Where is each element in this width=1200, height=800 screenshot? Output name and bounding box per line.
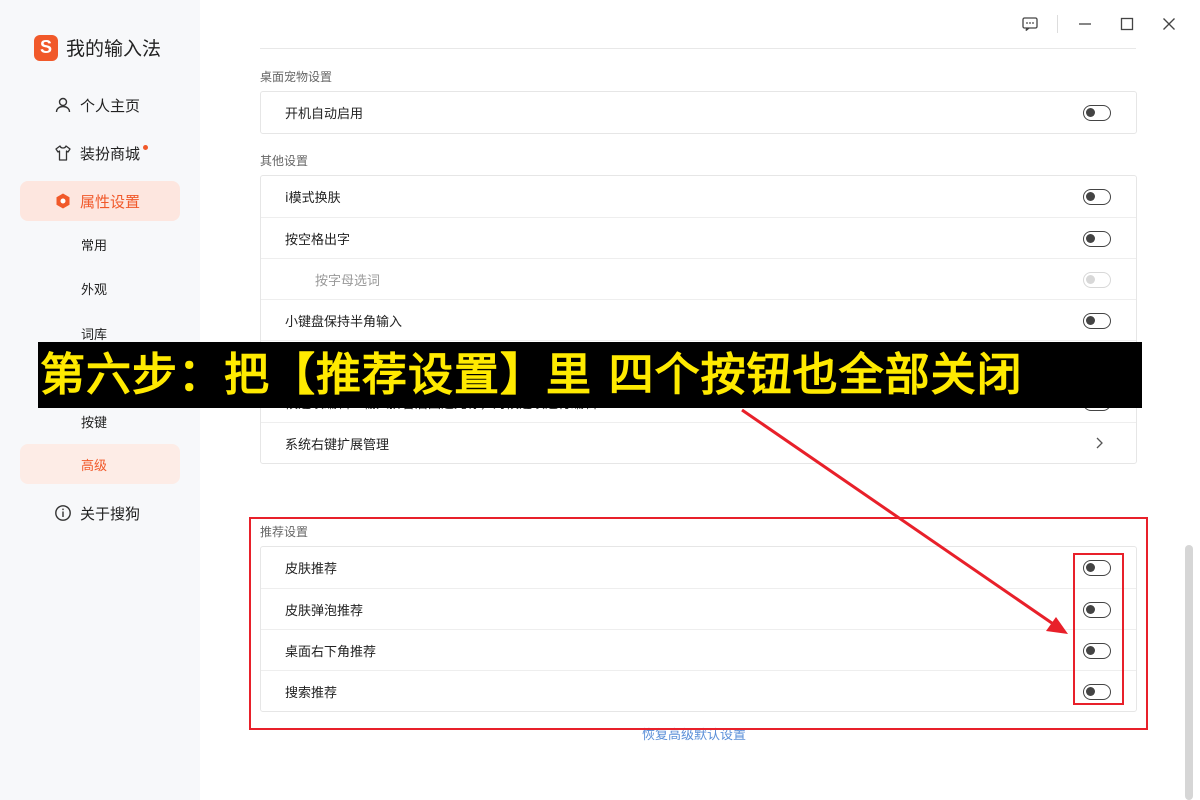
chevron-right-icon xyxy=(1096,437,1103,449)
imode-skin-toggle[interactable] xyxy=(1083,189,1111,205)
close-button[interactable] xyxy=(1154,14,1184,34)
highlight-recommend-section xyxy=(249,517,1148,730)
setting-row-letter-select: 按字母选词 xyxy=(261,258,1136,299)
setting-row-autostart: 开机自动启用 xyxy=(261,92,1136,133)
subnav-label: 按键 xyxy=(81,415,108,431)
setting-label: 开机自动启用 xyxy=(285,107,364,122)
space-output-toggle[interactable] xyxy=(1083,231,1111,247)
subnav-item-appearance[interactable]: 外观 xyxy=(20,268,180,308)
feedback-icon xyxy=(1022,17,1038,31)
notification-dot xyxy=(143,144,149,150)
section-title-desktop-pet: 桌面宠物设置 xyxy=(260,70,333,84)
highlight-recommend-toggles xyxy=(1073,553,1124,705)
sidebar-item-profile[interactable]: 个人主页 xyxy=(20,85,180,125)
app-title: 我的输入法 xyxy=(66,38,162,60)
setting-label: 按字母选词 xyxy=(315,273,381,289)
info-icon xyxy=(55,505,71,521)
sidebar-item-settings[interactable]: 属性设置 xyxy=(20,181,180,221)
scrollbar-thumb[interactable] xyxy=(1185,545,1193,800)
minimize-button[interactable] xyxy=(1070,14,1100,34)
setting-row-space-output: 按空格出字 xyxy=(261,217,1136,258)
desktop-pet-card: 开机自动启用 xyxy=(260,91,1137,134)
hexagon-settings-icon xyxy=(56,193,70,209)
setting-row-context-menu[interactable]: 系统右键扩展管理 xyxy=(261,422,1136,463)
setting-label: 系统右键扩展管理 xyxy=(285,437,390,453)
sidebar-item-shop[interactable]: 装扮商城 xyxy=(20,133,180,173)
sidebar-item-label: 个人主页 xyxy=(80,96,141,115)
minimize-icon xyxy=(1079,23,1091,25)
sidebar-item-label: 装扮商城 xyxy=(80,144,141,163)
setting-row-numpad-halfwidth: 小键盘保持半角输入 xyxy=(261,299,1136,340)
section-divider xyxy=(260,48,1136,49)
subnav-label: 常用 xyxy=(81,238,108,254)
subnav-label: 词库 xyxy=(81,327,108,343)
sidebar-item-label: 属性设置 xyxy=(80,192,141,211)
sidebar-item-about[interactable]: 关于搜狗 xyxy=(20,493,180,533)
close-icon xyxy=(1163,18,1175,30)
setting-label: i模式换肤 xyxy=(285,191,341,206)
setting-row-imode-skin: i模式换肤 xyxy=(261,176,1136,217)
sidebar-item-label: 关于搜狗 xyxy=(80,504,141,523)
letter-select-toggle[interactable] xyxy=(1083,272,1111,288)
section-title-other: 其他设置 xyxy=(260,154,309,168)
shirt-icon xyxy=(55,145,71,161)
maximize-icon xyxy=(1120,17,1134,31)
user-icon xyxy=(55,97,71,113)
tutorial-banner: 第六步：把【推荐设置】里 四个按钮也全部关闭 xyxy=(38,342,1142,408)
subnav-item-advanced[interactable]: 高级 xyxy=(20,444,180,484)
subnav-label: 外观 xyxy=(81,282,108,298)
setting-label: 按空格出字 xyxy=(285,232,351,248)
setting-label: 小键盘保持半角输入 xyxy=(285,314,403,330)
subnav-item-general[interactable]: 常用 xyxy=(20,224,180,264)
sogou-logo-icon: S xyxy=(34,34,58,61)
subnav-label: 高级 xyxy=(81,458,108,474)
app-logo: S 我的输入法 xyxy=(34,34,161,61)
feedback-button[interactable] xyxy=(1015,14,1045,34)
window-controls xyxy=(1003,14,1184,34)
other-settings-card: i模式换肤 按空格出字 按字母选词 小键盘保持半角输入 候选项编辑：输入拼音后回… xyxy=(260,175,1137,464)
numpad-halfwidth-toggle[interactable] xyxy=(1083,313,1111,329)
titlebar-divider xyxy=(1057,15,1058,33)
autostart-toggle[interactable] xyxy=(1083,105,1111,121)
maximize-button[interactable] xyxy=(1112,14,1142,34)
